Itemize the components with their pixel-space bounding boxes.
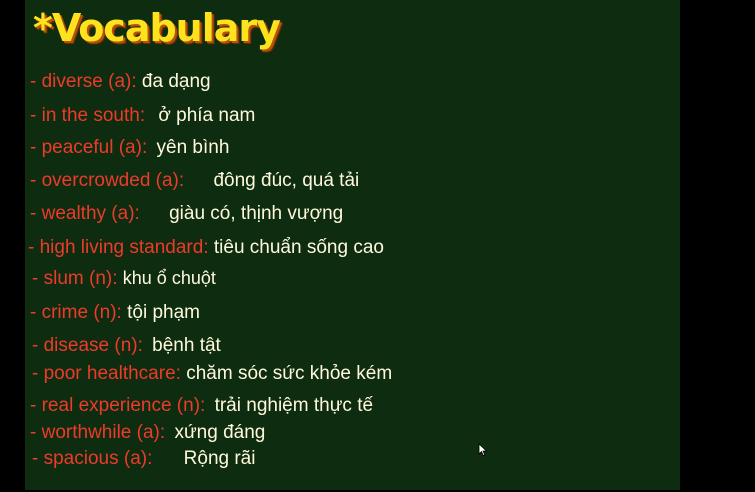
vocab-meaning: đa dạng <box>141 71 211 92</box>
vocab-meaning: tiêu chuẩn sống cao <box>213 237 384 258</box>
vocab-meaning: Rộng rãi <box>183 448 256 469</box>
vocab-term: - real experience (n): <box>30 395 206 416</box>
vocab-item-poor-healthcare: - poor healthcare: chăm sóc sức khỏe kém <box>32 363 392 385</box>
vocab-item-overcrowded: - overcrowded (a): đông đúc, quá tải <box>30 170 359 192</box>
vocab-item-crime: - crime (n): tội phạm <box>30 302 200 324</box>
vocab-meaning: trải nghiệm thực tế <box>214 395 374 416</box>
vocab-term: - in the south: <box>30 105 146 126</box>
vocab-term: - wealthy (a): <box>30 203 140 224</box>
vocab-meaning: đông đúc, quá tải <box>213 170 360 191</box>
vocabulary-slide: *Vocabulary - diverse (a): đa dạng - in … <box>25 0 680 490</box>
vocab-term: - crime (n): <box>30 302 122 323</box>
vocab-meaning: giàu có, thịnh vượng <box>169 203 344 224</box>
vocab-item-peaceful: - peaceful (a): yên bình <box>30 137 229 159</box>
vocab-item-slum: - slum (n): khu ổ chuột <box>32 267 216 290</box>
vocab-item-disease: - disease (n): bệnh tật <box>32 335 221 357</box>
vocab-term: - worthwhile (a): <box>30 422 166 443</box>
vocab-item-diverse: - diverse (a): đa dạng <box>30 71 211 93</box>
vocab-item-in-the-south: - in the south: ở phía nam <box>30 105 255 127</box>
slide-title: *Vocabulary <box>33 6 281 50</box>
vocab-term: - overcrowded (a): <box>30 170 185 191</box>
vocab-meaning: xứng đáng <box>174 422 266 443</box>
vocab-meaning: ở phía nam <box>158 105 256 126</box>
vocab-meaning: bệnh tật <box>152 335 221 356</box>
vocab-item-real-experience: - real experience (n): trải nghiệm thực … <box>30 395 373 417</box>
mouse-pointer-icon <box>478 443 488 457</box>
vocab-meaning: tội phạm <box>127 302 200 323</box>
vocab-term: - slum (n): <box>32 268 118 289</box>
vocab-term: - peaceful (a): <box>30 137 148 158</box>
vocab-item-worthwhile: - worthwhile (a): xứng đáng <box>30 422 265 444</box>
vocab-meaning: yên bình <box>156 137 230 158</box>
vocab-item-wealthy: - wealthy (a): giàu có, thịnh vượng <box>30 203 343 225</box>
vocab-term: - spacious (a): <box>32 448 153 469</box>
vocab-meaning: khu ổ chuột <box>122 268 216 288</box>
vocab-term: - disease (n): <box>32 335 143 356</box>
vocab-term: - diverse (a): <box>30 71 137 92</box>
screen: *Vocabulary - diverse (a): đa dạng - in … <box>0 0 755 492</box>
vocab-term: - poor healthcare: <box>32 363 181 384</box>
vocab-term: - high living standard: <box>28 237 209 258</box>
vocab-item-high-living-standard: - high living standard: tiêu chuẩn sống … <box>28 237 384 259</box>
vocab-meaning: chăm sóc sức khỏe kém <box>186 363 393 384</box>
vocab-item-spacious: - spacious (a): Rộng rãi <box>32 448 255 470</box>
